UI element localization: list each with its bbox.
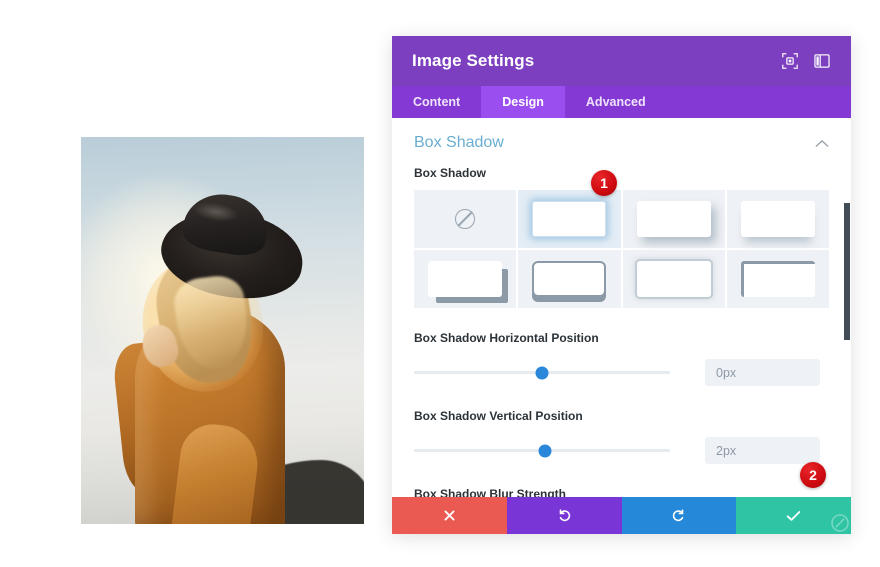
x-icon <box>444 510 455 521</box>
control-horizontal-position: Box Shadow Horizontal Position 0px <box>414 331 829 386</box>
preset-glow[interactable] <box>518 190 621 248</box>
image-settings-panel: Image Settings Content Design Advanced B… <box>392 36 851 534</box>
panel-header: Image Settings <box>392 36 851 86</box>
horizontal-position-input[interactable]: 0px <box>705 359 820 386</box>
control-label: Box Shadow Horizontal Position <box>414 331 599 345</box>
layout-columns-icon[interactable] <box>813 52 831 70</box>
tab-content[interactable]: Content <box>392 86 481 118</box>
no-shadow-icon <box>455 209 476 229</box>
vertical-position-input[interactable]: 2px <box>705 437 820 464</box>
redo-button[interactable] <box>621 497 737 534</box>
preset-swatch <box>428 261 503 297</box>
preset-swatch <box>636 201 711 237</box>
section-title: Box Shadow <box>414 134 504 151</box>
control-blur-strength: Box Shadow Blur Strength 160px <box>414 487 829 497</box>
check-icon <box>786 510 801 521</box>
control-label: Box Shadow Blur Strength <box>414 487 567 497</box>
slider-knob[interactable] <box>535 366 549 379</box>
slider-knob[interactable] <box>538 444 552 457</box>
preset-offset-blur[interactable] <box>622 190 725 248</box>
screenshot-root: Image Settings Content Design Advanced B… <box>0 0 880 567</box>
panel-action-bar <box>392 497 851 534</box>
preset-hard-offset[interactable] <box>414 250 517 308</box>
panel-header-icons <box>781 52 831 70</box>
preset-swatch <box>532 201 607 237</box>
scrollbar-thumb[interactable] <box>844 203 850 340</box>
preset-outline-soft[interactable] <box>622 250 725 308</box>
image-preview[interactable] <box>81 137 364 524</box>
preset-bottom-blur[interactable] <box>726 190 829 248</box>
control-vertical-position: Box Shadow Vertical Position 2px <box>414 409 829 464</box>
focus-target-icon[interactable] <box>781 52 799 70</box>
preset-swatch <box>740 201 815 237</box>
preset-swatch <box>740 261 815 297</box>
horizontal-position-slider[interactable] <box>414 366 670 380</box>
panel-body: Box Shadow Box Shadow Box Shadow Horizon… <box>392 118 851 497</box>
tab-advanced[interactable]: Advanced <box>565 86 667 118</box>
preset-corner-rule[interactable] <box>726 250 829 308</box>
preset-swatch <box>532 261 607 297</box>
box-shadow-label: Box Shadow <box>414 166 487 180</box>
callout-badge-2: 2 <box>800 462 826 488</box>
panel-tabs: Content Design Advanced <box>392 86 851 118</box>
callout-badge-1: 1 <box>591 170 617 196</box>
save-button[interactable] <box>736 497 851 534</box>
tab-design[interactable]: Design <box>481 86 565 118</box>
vertical-position-slider[interactable] <box>414 444 670 458</box>
preset-swatch <box>636 261 711 297</box>
chevron-up-icon[interactable] <box>815 136 829 151</box>
photo-background <box>81 137 364 524</box>
preset-none[interactable] <box>414 190 517 248</box>
preset-outline-bottom[interactable] <box>518 250 621 308</box>
undo-icon <box>559 509 570 522</box>
control-label: Box Shadow Vertical Position <box>414 409 583 423</box>
undo-button[interactable] <box>506 497 622 534</box>
redo-icon <box>673 509 684 522</box>
box-shadow-section-header[interactable]: Box Shadow <box>414 132 829 166</box>
cancel-button[interactable] <box>392 497 507 534</box>
settings-content: Box Shadow Box Shadow Box Shadow Horizon… <box>392 118 851 497</box>
panel-scrollbar[interactable] <box>843 118 851 497</box>
page-title: Image Settings <box>412 51 535 70</box>
box-shadow-preset-grid <box>414 190 829 308</box>
